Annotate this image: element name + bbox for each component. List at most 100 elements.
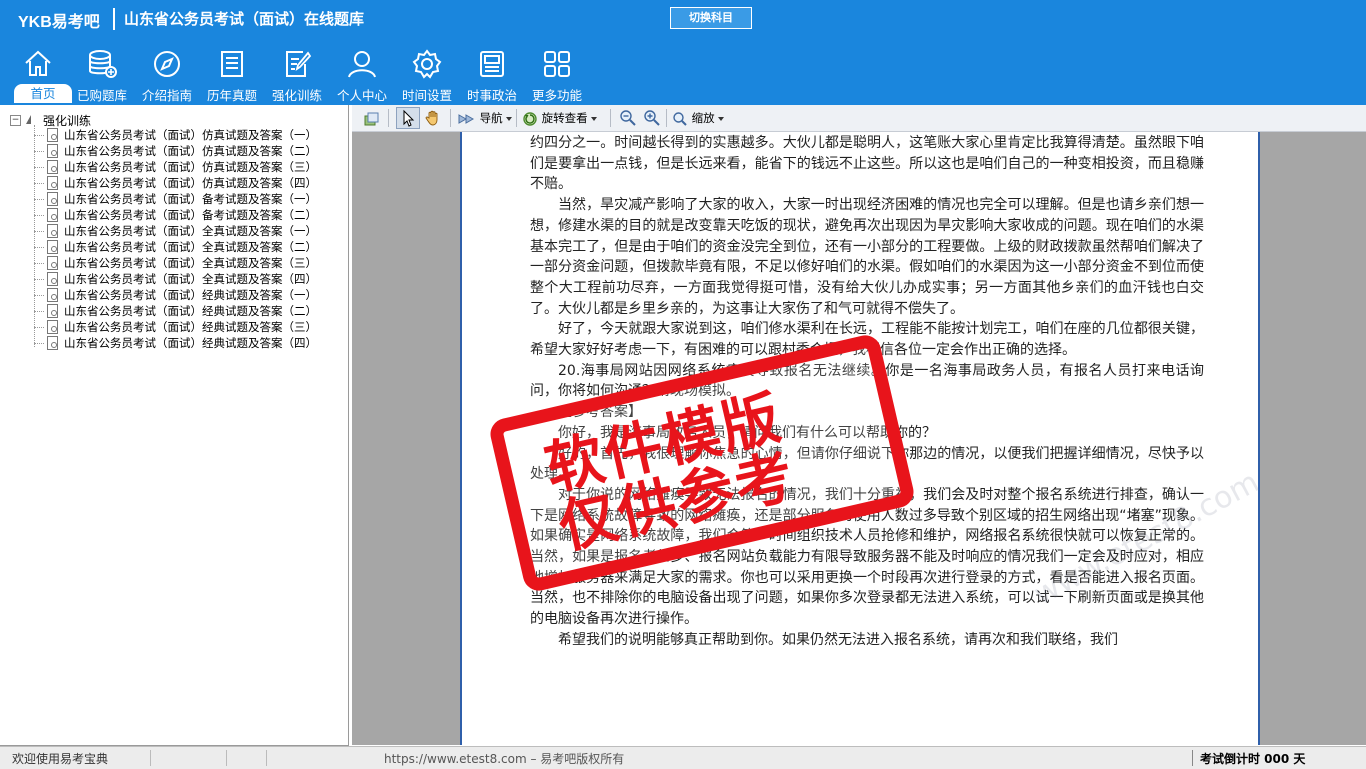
nav-intensive-training[interactable]: 强化训练: [265, 44, 329, 104]
tree-item-label: 山东省公务员考试（面试）仿真试题及答案（二）: [64, 144, 317, 158]
navigation-dropdown[interactable]: 导航: [458, 108, 512, 128]
tree-item[interactable]: 山东省公务员考试（面试）全真试题及答案（四）: [34, 271, 344, 287]
database-icon: [89, 50, 117, 78]
tree-item-label: 山东省公务员考试（面试）备考试题及答案（一）: [64, 192, 317, 206]
document-viewer[interactable]: 约四分之一。时间越长得到的实惠越多。大伙儿都是聪明人，这笔账大家心里肯定比我算得…: [352, 132, 1366, 745]
document-icon: [47, 128, 58, 142]
nav-purchased-bank[interactable]: 已购题库: [70, 44, 134, 104]
collapse-toggle-icon[interactable]: −: [10, 115, 21, 126]
rotate-view-label: 旋转查看: [541, 111, 588, 125]
tree-item[interactable]: 山东省公务员考试（面试）仿真试题及答案（三）: [34, 159, 344, 175]
app-header: YKB易考吧 山东省公务员考试（面试）在线题库 切换科目 首页 已购题库 介绍指…: [0, 0, 1366, 105]
grid-icon: [544, 51, 570, 77]
switch-subject-button[interactable]: 切换科目: [670, 7, 752, 29]
nav-past-exams[interactable]: 历年真题: [200, 44, 264, 104]
paragraph: 好的，首先，我很理解你焦急的心情，但请你仔细说下你那边的情况，以便我们把握详细情…: [530, 445, 1204, 483]
thumbnail-icon: [364, 112, 379, 125]
tree-item-label: 山东省公务员考试（面试）全真试题及答案（一）: [64, 224, 317, 238]
nav-home[interactable]: 首页: [6, 44, 72, 104]
nav-label: 时事政治: [466, 88, 517, 103]
thumbnail-button[interactable]: [362, 108, 380, 128]
tree-item-label: 山东省公务员考试（面试）经典试题及答案（二）: [64, 304, 317, 318]
zoom-in-button[interactable]: [642, 108, 662, 128]
tree-item[interactable]: 山东省公务员考试（面试）全真试题及答案（三）: [34, 255, 344, 271]
user-icon: [348, 51, 376, 78]
nav-label: 首页: [14, 84, 72, 103]
document-page: 约四分之一。时间越长得到的实惠越多。大伙儿都是聪明人，这笔账大家心里肯定比我算得…: [460, 132, 1265, 745]
nav-more-functions[interactable]: 更多功能: [525, 44, 589, 104]
copyright-text: https://www.etest8.com – 易考吧版权所有: [384, 752, 625, 766]
tree-item[interactable]: 山东省公务员考试（面试）仿真试题及答案（一）: [34, 127, 344, 143]
tree-item-label: 山东省公务员考试（面试）仿真试题及答案（四）: [64, 176, 317, 190]
tree-item-label: 山东省公务员考试（面试）备考试题及答案（二）: [64, 208, 317, 222]
zoom-out-button[interactable]: [618, 108, 638, 128]
hand-tool-button[interactable]: [422, 108, 444, 128]
status-bar: 欢迎使用易考宝典 https://www.etest8.com – 易考吧版权所…: [0, 746, 1366, 769]
paragraph: 你好，我是海事局政务人员，请问我们有什么可以帮助你的？: [558, 424, 936, 441]
select-tool-button[interactable]: [396, 107, 420, 129]
answer-heading: 【参考答案】: [558, 404, 642, 421]
caret-down-icon: [505, 116, 512, 121]
hand-icon: [425, 110, 438, 126]
document-icon: [47, 240, 58, 254]
document-text: 约四分之一。时间越长得到的实惠越多。大伙儿都是聪明人，这笔账大家心里肯定比我算得…: [530, 132, 1204, 651]
zoom-label: 缩放: [691, 111, 715, 125]
tree-item-label: 山东省公务员考试（面试）经典试题及答案（一）: [64, 288, 317, 302]
zoom-out-icon: [620, 110, 636, 126]
tree-item[interactable]: 山东省公务员考试（面试）经典试题及答案（三）: [34, 319, 344, 335]
rotate-icon: [523, 111, 537, 126]
tree-item[interactable]: 山东省公务员考试（面试）经典试题及答案（四）: [34, 335, 344, 351]
tree-item-label: 山东省公务员考试（面试）仿真试题及答案（三）: [64, 160, 317, 174]
magnifier-icon: [673, 111, 687, 126]
nav-time-settings[interactable]: 时间设置: [395, 44, 459, 104]
tree-item[interactable]: 山东省公务员考试（面试）仿真试题及答案（二）: [34, 143, 344, 159]
exam-countdown: 考试倒计时 000 天: [1200, 752, 1306, 766]
tree-item[interactable]: 山东省公务员考试（面试）全真试题及答案（一）: [34, 223, 344, 239]
paragraph: 当然，旱灾减产影响了大家的收入，大家一时出现经济困难的情况也完全可以理解。但是也…: [530, 197, 1204, 317]
compass-icon: [154, 51, 180, 77]
tree-item-label: 山东省公务员考试（面试）仿真试题及答案（一）: [64, 128, 317, 142]
nav-label: 历年真题: [206, 88, 257, 103]
tree-item[interactable]: 山东省公务员考试（面试）仿真试题及答案（四）: [34, 175, 344, 191]
zoom-in-icon: [644, 110, 660, 126]
tree-item[interactable]: 山东省公务员考试（面试）备考试题及答案（一）: [34, 191, 344, 207]
welcome-text: 欢迎使用易考宝典: [12, 752, 109, 766]
tree-item-label: 山东省公务员考试（面试）全真试题及答案（三）: [64, 256, 317, 270]
document-icon: [47, 320, 58, 334]
document-icon: [47, 144, 58, 158]
document-icon: [47, 288, 58, 302]
document-icon: [47, 336, 58, 350]
tree-item[interactable]: 山东省公务员考试（面试）备考试题及答案（二）: [34, 207, 344, 223]
nav-label: 强化训练: [271, 88, 322, 103]
nav-label: 介绍指南: [141, 88, 192, 103]
document-icon: [47, 176, 58, 190]
nav-label: 个人中心: [336, 88, 387, 103]
paragraph: 约四分之一。时间越长得到的实惠越多。大伙儿都是聪明人，这笔账大家心里肯定比我算得…: [530, 135, 1204, 193]
navigation-icon: [458, 113, 475, 124]
tree-item-label: 山东省公务员考试（面试）全真试题及答案（二）: [64, 240, 317, 254]
tree-item[interactable]: 山东省公务员考试（面试）经典试题及答案（一）: [34, 287, 344, 303]
paragraph: 好了，今天就跟大家说到这，咱们修水渠利在长远，工程能不能按计划完工，咱们在座的几…: [530, 321, 1204, 359]
logo-divider: [113, 8, 115, 30]
document-icon: [47, 192, 58, 206]
tree-item[interactable]: 山东省公务员考试（面试）经典试题及答案（二）: [34, 303, 344, 319]
tree-item-label: 山东省公务员考试（面试）经典试题及答案（四）: [64, 336, 317, 350]
paragraph: 对于你说的网络瘫痪导致无法报名的情况，我们十分重视，我们会及时对整个报名系统进行…: [530, 486, 1204, 628]
caret-down-icon: [590, 116, 597, 121]
nav-guide[interactable]: 介绍指南: [135, 44, 199, 104]
edit-doc-icon: [286, 51, 312, 77]
question-paragraph: 20.海事局网站因网络系统瘫痪导致报名无法继续。你是一名海事局政务人员，有报名人…: [530, 362, 1204, 400]
nav-current-affairs[interactable]: 时事政治: [460, 44, 524, 104]
nav-personal-center[interactable]: 个人中心: [330, 44, 394, 104]
tree-item-label: 山东省公务员考试（面试）经典试题及答案（三）: [64, 320, 317, 334]
rotate-view-dropdown[interactable]: 旋转查看: [522, 108, 597, 128]
document-icon: [47, 256, 58, 270]
tree-item[interactable]: 山东省公务员考试（面试）全真试题及答案（二）: [34, 239, 344, 255]
document-icon: [47, 208, 58, 222]
nav-label: 时间设置: [401, 88, 452, 103]
nav-label: 更多功能: [531, 88, 582, 103]
sidebar-tree: − 强化训练 山东省公务员考试（面试）仿真试题及答案（一） 山东省公务员考试（面…: [0, 105, 349, 746]
document-icon: [47, 224, 58, 238]
zoom-dropdown[interactable]: 缩放: [672, 108, 724, 128]
folder-triangle-icon: [26, 115, 31, 124]
